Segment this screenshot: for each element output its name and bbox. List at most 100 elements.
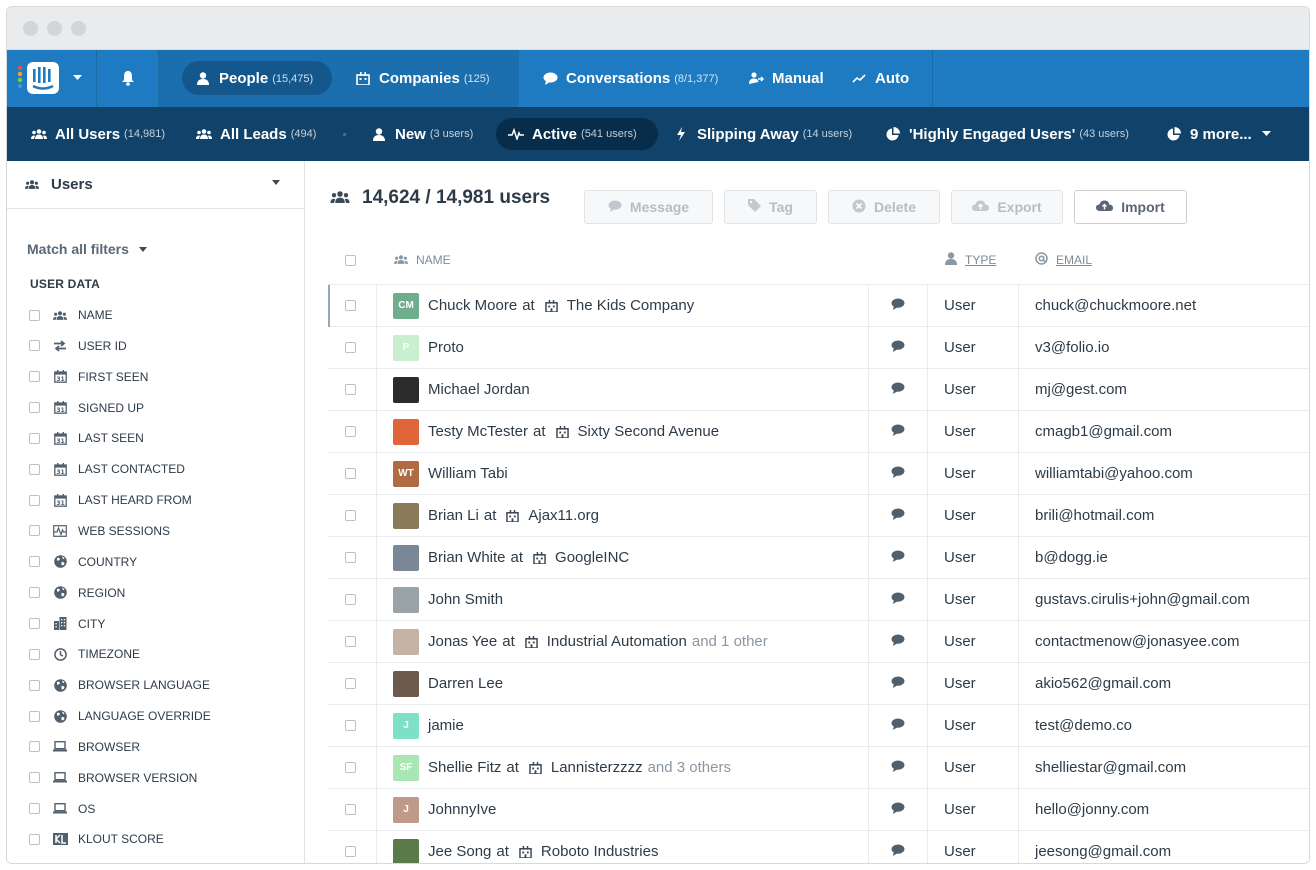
filter-checkbox[interactable] [29, 679, 40, 691]
filter-checkbox[interactable] [29, 402, 40, 414]
table-row[interactable]: Jjamie User test@demo.co [328, 705, 1309, 747]
message-user-button[interactable] [891, 369, 905, 410]
minimize-dot[interactable] [47, 21, 62, 36]
filter-item[interactable]: BROWSER VERSION [29, 768, 197, 788]
notifications-button[interactable] [97, 50, 159, 107]
segment-highly-engaged[interactable]: 'Highly Engaged Users' (43 users) [885, 107, 1129, 161]
message-user-button[interactable] [891, 327, 905, 368]
tab-companies[interactable]: Companies (125) [354, 50, 490, 107]
filter-checkbox[interactable] [29, 648, 40, 660]
table-row[interactable]: Jonas Yee at Industrial Automation and 1 ot… [328, 621, 1309, 663]
tab-auto[interactable]: Auto [850, 50, 909, 107]
filter-checkbox[interactable] [29, 587, 40, 599]
message-user-button[interactable] [891, 453, 905, 494]
filter-checkbox[interactable] [29, 556, 40, 568]
message-user-button[interactable] [891, 621, 905, 662]
filter-item[interactable]: OS [29, 799, 95, 819]
message-user-button[interactable] [891, 495, 905, 536]
table-row[interactable]: Brian Li at Ajax11.org User brili@hotmail.co… [328, 495, 1309, 537]
app-switcher[interactable] [7, 50, 97, 107]
user-name[interactable]: Jee Song [428, 843, 491, 860]
filter-checkbox[interactable] [29, 833, 40, 845]
row-checkbox[interactable] [345, 468, 356, 479]
other-companies[interactable]: and 1 other [692, 633, 768, 650]
filter-checkbox[interactable] [29, 772, 40, 784]
segment-all-users[interactable]: All Users (14,981) [31, 107, 165, 161]
filter-item[interactable]: TIMEZONE [29, 644, 140, 664]
row-checkbox[interactable] [345, 300, 356, 311]
table-row[interactable]: Brian White at GoogleINC User b@dogg.ie [328, 537, 1309, 579]
user-name[interactable]: Chuck Moore [428, 297, 517, 314]
company-name[interactable]: GoogleINC [555, 549, 629, 566]
filter-item[interactable]: KLOUT SCORE [29, 829, 164, 849]
filter-checkbox[interactable] [29, 494, 40, 506]
message-user-button[interactable] [891, 747, 905, 788]
row-checkbox[interactable] [345, 846, 356, 857]
filter-item[interactable]: 31 LAST HEARD FROM [29, 490, 192, 510]
filter-item[interactable]: LANGUAGE OVERRIDE [29, 706, 211, 726]
other-companies[interactable]: and 3 others [648, 759, 731, 776]
message-user-button[interactable] [891, 285, 905, 326]
message-user-button[interactable] [891, 789, 905, 830]
user-name[interactable]: Michael Jordan [428, 381, 530, 398]
row-checkbox[interactable] [345, 510, 356, 521]
message-user-button[interactable] [891, 663, 905, 704]
user-name[interactable]: JohnnyIve [428, 801, 496, 818]
tab-conversations[interactable]: Conversations (8/1,377) [541, 50, 718, 107]
message-user-button[interactable] [891, 411, 905, 452]
user-name[interactable]: Darren Lee [428, 675, 503, 692]
row-checkbox[interactable] [345, 426, 356, 437]
filter-checkbox[interactable] [29, 463, 40, 475]
filter-checkbox[interactable] [29, 741, 40, 753]
row-checkbox[interactable] [345, 594, 356, 605]
zoom-dot[interactable] [71, 21, 86, 36]
message-button[interactable]: Message [584, 190, 713, 224]
company-name[interactable]: Ajax11.org [528, 507, 599, 524]
filter-item[interactable]: WEB SESSIONS [29, 521, 170, 541]
row-checkbox[interactable] [345, 804, 356, 815]
row-checkbox[interactable] [345, 636, 356, 647]
row-checkbox[interactable] [345, 552, 356, 563]
table-row[interactable]: P Proto User v3@folio.io [328, 327, 1309, 369]
tag-button[interactable]: Tag [724, 190, 817, 224]
filter-item[interactable]: 31 SIGNED UP [29, 398, 144, 418]
company-name[interactable]: Industrial Automation [547, 633, 687, 650]
delete-button[interactable]: Delete [828, 190, 940, 224]
select-all-checkbox[interactable] [345, 254, 356, 266]
filter-checkbox[interactable] [29, 803, 40, 815]
sidebar-type-selector[interactable]: Users [7, 161, 304, 209]
filter-checkbox[interactable] [29, 432, 40, 444]
filter-item[interactable]: 31 LAST SEEN [29, 428, 144, 448]
row-checkbox[interactable] [345, 720, 356, 731]
table-row[interactable]: Testy McTester at Sixty Second Avenue User c… [328, 411, 1309, 453]
user-name[interactable]: Brian White [428, 549, 506, 566]
message-user-button[interactable] [891, 579, 905, 620]
filter-item[interactable]: 31 FIRST SEEN [29, 367, 148, 387]
filter-checkbox[interactable] [29, 371, 40, 383]
filter-checkbox[interactable] [29, 309, 40, 321]
tab-manual[interactable]: Manual [747, 50, 824, 107]
row-checkbox[interactable] [345, 762, 356, 773]
message-user-button[interactable] [891, 705, 905, 746]
filter-item[interactable]: REGION [29, 583, 125, 603]
match-filters-dropdown[interactable]: Match all filters [27, 241, 147, 257]
table-row[interactable]: J JohnnyIve User hello@jonny.com [328, 789, 1309, 831]
filter-item[interactable]: USER ID [29, 336, 127, 356]
filter-item[interactable]: CITY [29, 614, 105, 634]
row-checkbox[interactable] [345, 384, 356, 395]
user-name[interactable]: William Tabi [428, 465, 508, 482]
table-row[interactable]: John Smith User gustavs.cirulis+john@gmail… [328, 579, 1309, 621]
import-button[interactable]: Import [1074, 190, 1187, 224]
segment-new[interactable]: New (3 users) [371, 107, 473, 161]
close-dot[interactable] [23, 21, 38, 36]
filter-item[interactable]: NAME [29, 305, 113, 325]
user-name[interactable]: Proto [428, 339, 464, 356]
filter-checkbox[interactable] [29, 710, 40, 722]
filter-item[interactable]: BROWSER LANGUAGE [29, 675, 210, 695]
segment-all-leads[interactable]: All Leads (494) [196, 107, 316, 161]
export-button[interactable]: Export [951, 190, 1063, 224]
table-row[interactable]: Darren Lee User akio562@gmail.com [328, 663, 1309, 705]
user-name[interactable]: Shellie Fitz [428, 759, 501, 776]
table-row[interactable]: Michael Jordan User mj@gest.com [328, 369, 1309, 411]
user-name[interactable]: John Smith [428, 591, 503, 608]
